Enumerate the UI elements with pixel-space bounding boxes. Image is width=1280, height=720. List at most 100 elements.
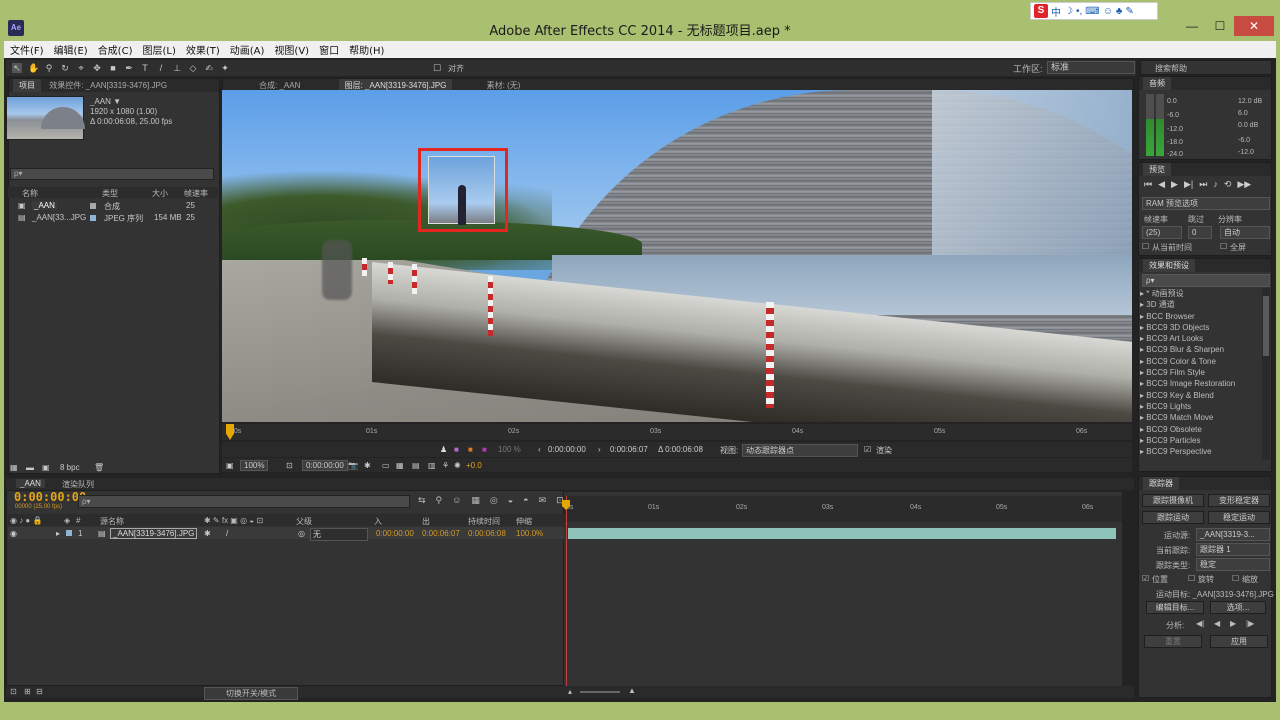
- menu-view[interactable]: 视图(V): [274, 42, 309, 57]
- exposure-value[interactable]: +0.0: [466, 461, 482, 470]
- trash-icon[interactable]: 🗑: [94, 463, 104, 472]
- graph-editor-icon[interactable]: ◒: [508, 495, 513, 506]
- menu-window[interactable]: 窗口: [319, 42, 339, 57]
- next-frame-icon[interactable]: ▶|: [1184, 179, 1193, 190]
- list-item[interactable]: ▸ BCC9 Particles: [1140, 435, 1262, 446]
- in-point-icon[interactable]: ‹: [538, 445, 541, 454]
- list-item[interactable]: ▸ 3D 通道: [1140, 299, 1262, 310]
- list-item[interactable]: ▸ BCC9 Key & Blend: [1140, 390, 1262, 401]
- ime-punct-icon[interactable]: •,: [1076, 6, 1082, 17]
- prev-frame-icon[interactable]: ◀: [1158, 179, 1165, 190]
- region-icon[interactable]: ▣: [226, 461, 234, 470]
- menu-layer[interactable]: 图层(L): [142, 42, 175, 57]
- frame-blending-icon[interactable]: ▦: [471, 495, 480, 506]
- grid-icon[interactable]: ▤: [412, 461, 420, 470]
- mask-icon[interactable]: ■: [454, 445, 459, 454]
- pen-tool-icon[interactable]: ✒: [124, 63, 134, 73]
- view-select[interactable]: 动态跟踪器点: [742, 444, 858, 457]
- type-tool-icon[interactable]: T: [140, 63, 150, 73]
- magenta-icon[interactable]: ■: [482, 445, 487, 454]
- roto-brush-tool-icon[interactable]: ✍: [204, 63, 214, 73]
- list-item[interactable]: ▸ BCC9 Perspective: [1140, 446, 1262, 457]
- tab-effect-controls[interactable]: 效果控件: _AAN[3319-3476].JPG: [43, 79, 173, 92]
- layer-in[interactable]: 0:00:00:00: [376, 529, 414, 538]
- layer-switches-icon[interactable]: ⊡: [10, 687, 17, 696]
- track-camera-button[interactable]: 跟踪摄像机: [1142, 494, 1204, 507]
- options-button[interactable]: 选项...: [1210, 601, 1266, 614]
- menu-file[interactable]: 文件(F): [10, 42, 44, 57]
- loop-icon[interactable]: ⟲: [1224, 179, 1232, 190]
- track-type-select[interactable]: 稳定: [1196, 558, 1270, 571]
- fit-icon[interactable]: ⊡: [286, 461, 293, 470]
- expand-icon[interactable]: ▸: [56, 529, 60, 538]
- toggle-switches-modes-button[interactable]: 切换开关/模式: [204, 687, 298, 700]
- channel-icon[interactable]: ✱: [364, 461, 371, 470]
- list-item[interactable]: ▸ BCC9 Obsolete: [1140, 424, 1262, 435]
- snapshot-icon[interactable]: 📷: [348, 461, 358, 470]
- track-motion-button[interactable]: 跟踪运动: [1142, 511, 1204, 524]
- first-frame-icon[interactable]: ⏮: [1144, 179, 1152, 190]
- visibility-icon[interactable]: ◉: [10, 529, 17, 538]
- ram-preview-icon[interactable]: ▶▶: [1237, 179, 1251, 190]
- timeline-layer-row[interactable]: ◉ ▸ 1 ▤ _AAN[3319-3476].JPG ✱ / ◎ 无 0:00…: [8, 527, 564, 541]
- shy-icon[interactable]: ☺: [452, 495, 461, 506]
- project-row[interactable]: ▣ _AAN 合成 25: [8, 200, 218, 211]
- list-item[interactable]: ▸ BCC Browser: [1140, 311, 1262, 322]
- collapse-switch-icon[interactable]: ✱: [204, 529, 211, 538]
- analyze-forward-one-icon[interactable]: |▶: [1246, 619, 1254, 628]
- zoom-select[interactable]: 100%: [240, 460, 269, 471]
- ime-mode-label[interactable]: 中: [1051, 4, 1061, 19]
- list-item[interactable]: ▸ BCC9 Image Restoration: [1140, 378, 1262, 389]
- stabilize-motion-button[interactable]: 稳定运动: [1208, 511, 1270, 524]
- tab-tracker[interactable]: 跟踪器: [1143, 477, 1179, 490]
- col-name[interactable]: 名称: [22, 188, 38, 199]
- in-point-time[interactable]: 0:00:00:00: [548, 445, 586, 454]
- col-rate[interactable]: 帧速率: [184, 188, 208, 199]
- bpc-label[interactable]: 8 bpc: [60, 463, 80, 472]
- quality-switch-icon[interactable]: /: [226, 529, 228, 538]
- list-item[interactable]: ▸ * 动画预设: [1140, 288, 1262, 299]
- clone-tool-icon[interactable]: ⊥: [172, 63, 182, 73]
- list-item[interactable]: ▸ BCC9 Color & Tone: [1140, 356, 1262, 367]
- exposure-icon[interactable]: ✺: [454, 461, 461, 470]
- frame-rate-select[interactable]: (25): [1142, 226, 1182, 239]
- analyze-backward-icon[interactable]: ◀: [1214, 619, 1220, 628]
- col-type[interactable]: 类型: [102, 188, 118, 199]
- mask-tool-icon[interactable]: ■: [108, 63, 118, 73]
- apply-button[interactable]: 应用: [1210, 635, 1268, 648]
- ime-wrench-icon[interactable]: ✎: [1125, 6, 1133, 17]
- comment-icon[interactable]: ✉: [539, 495, 547, 506]
- layer-out[interactable]: 0:00:06:07: [422, 529, 460, 538]
- close-button[interactable]: ✕: [1234, 16, 1274, 36]
- from-current-checkbox[interactable]: ☐: [1142, 242, 1149, 251]
- brush-tool-icon[interactable]: /: [156, 63, 166, 73]
- zoom-out-icon[interactable]: ▴: [568, 687, 572, 696]
- out-point-icon[interactable]: ›: [598, 445, 601, 454]
- selection-tool-icon[interactable]: ↖: [12, 63, 22, 73]
- parent-select[interactable]: 无: [310, 528, 368, 541]
- layer-stretch[interactable]: 100.0%: [516, 529, 543, 538]
- current-track-select[interactable]: 跟踪器 1: [1196, 543, 1270, 556]
- last-frame-icon[interactable]: ⏭: [1199, 179, 1207, 190]
- workspace-select[interactable]: 标准: [1047, 61, 1135, 74]
- col-size[interactable]: 大小: [152, 188, 168, 199]
- viewer-time-ruler[interactable]: 00s 01s 02s 03s 04s 05s 06s: [222, 424, 1132, 440]
- skip-input[interactable]: 0: [1188, 226, 1212, 239]
- col-source-name[interactable]: 源名称: [100, 516, 124, 527]
- maximize-button[interactable]: ☐: [1206, 16, 1234, 36]
- ime-keyboard-icon[interactable]: ⌨: [1085, 6, 1099, 17]
- menu-help[interactable]: 帮助(H): [349, 42, 384, 57]
- list-item[interactable]: ▸ BCC9 Blur & Sharpen: [1140, 344, 1262, 355]
- minimize-button[interactable]: —: [1178, 16, 1206, 36]
- color-icon[interactable]: ■: [468, 445, 473, 454]
- rotation-checkbox[interactable]: ☐: [1188, 574, 1195, 583]
- col-out[interactable]: 出: [422, 516, 430, 527]
- scale-checkbox[interactable]: ☐: [1232, 574, 1239, 583]
- ime-shirt-icon[interactable]: ♣: [1116, 6, 1123, 17]
- help-search-input[interactable]: 搜索帮助: [1155, 63, 1187, 74]
- tab-render-queue[interactable]: 渲染队列: [62, 479, 94, 490]
- motion-source-select[interactable]: _AAN[3319-3...: [1196, 528, 1270, 541]
- layer-viewer[interactable]: [222, 90, 1132, 422]
- ram-preview-options-select[interactable]: RAM 预览选项: [1142, 197, 1270, 210]
- list-item[interactable]: ▸ BCC9 Match Move: [1140, 412, 1262, 423]
